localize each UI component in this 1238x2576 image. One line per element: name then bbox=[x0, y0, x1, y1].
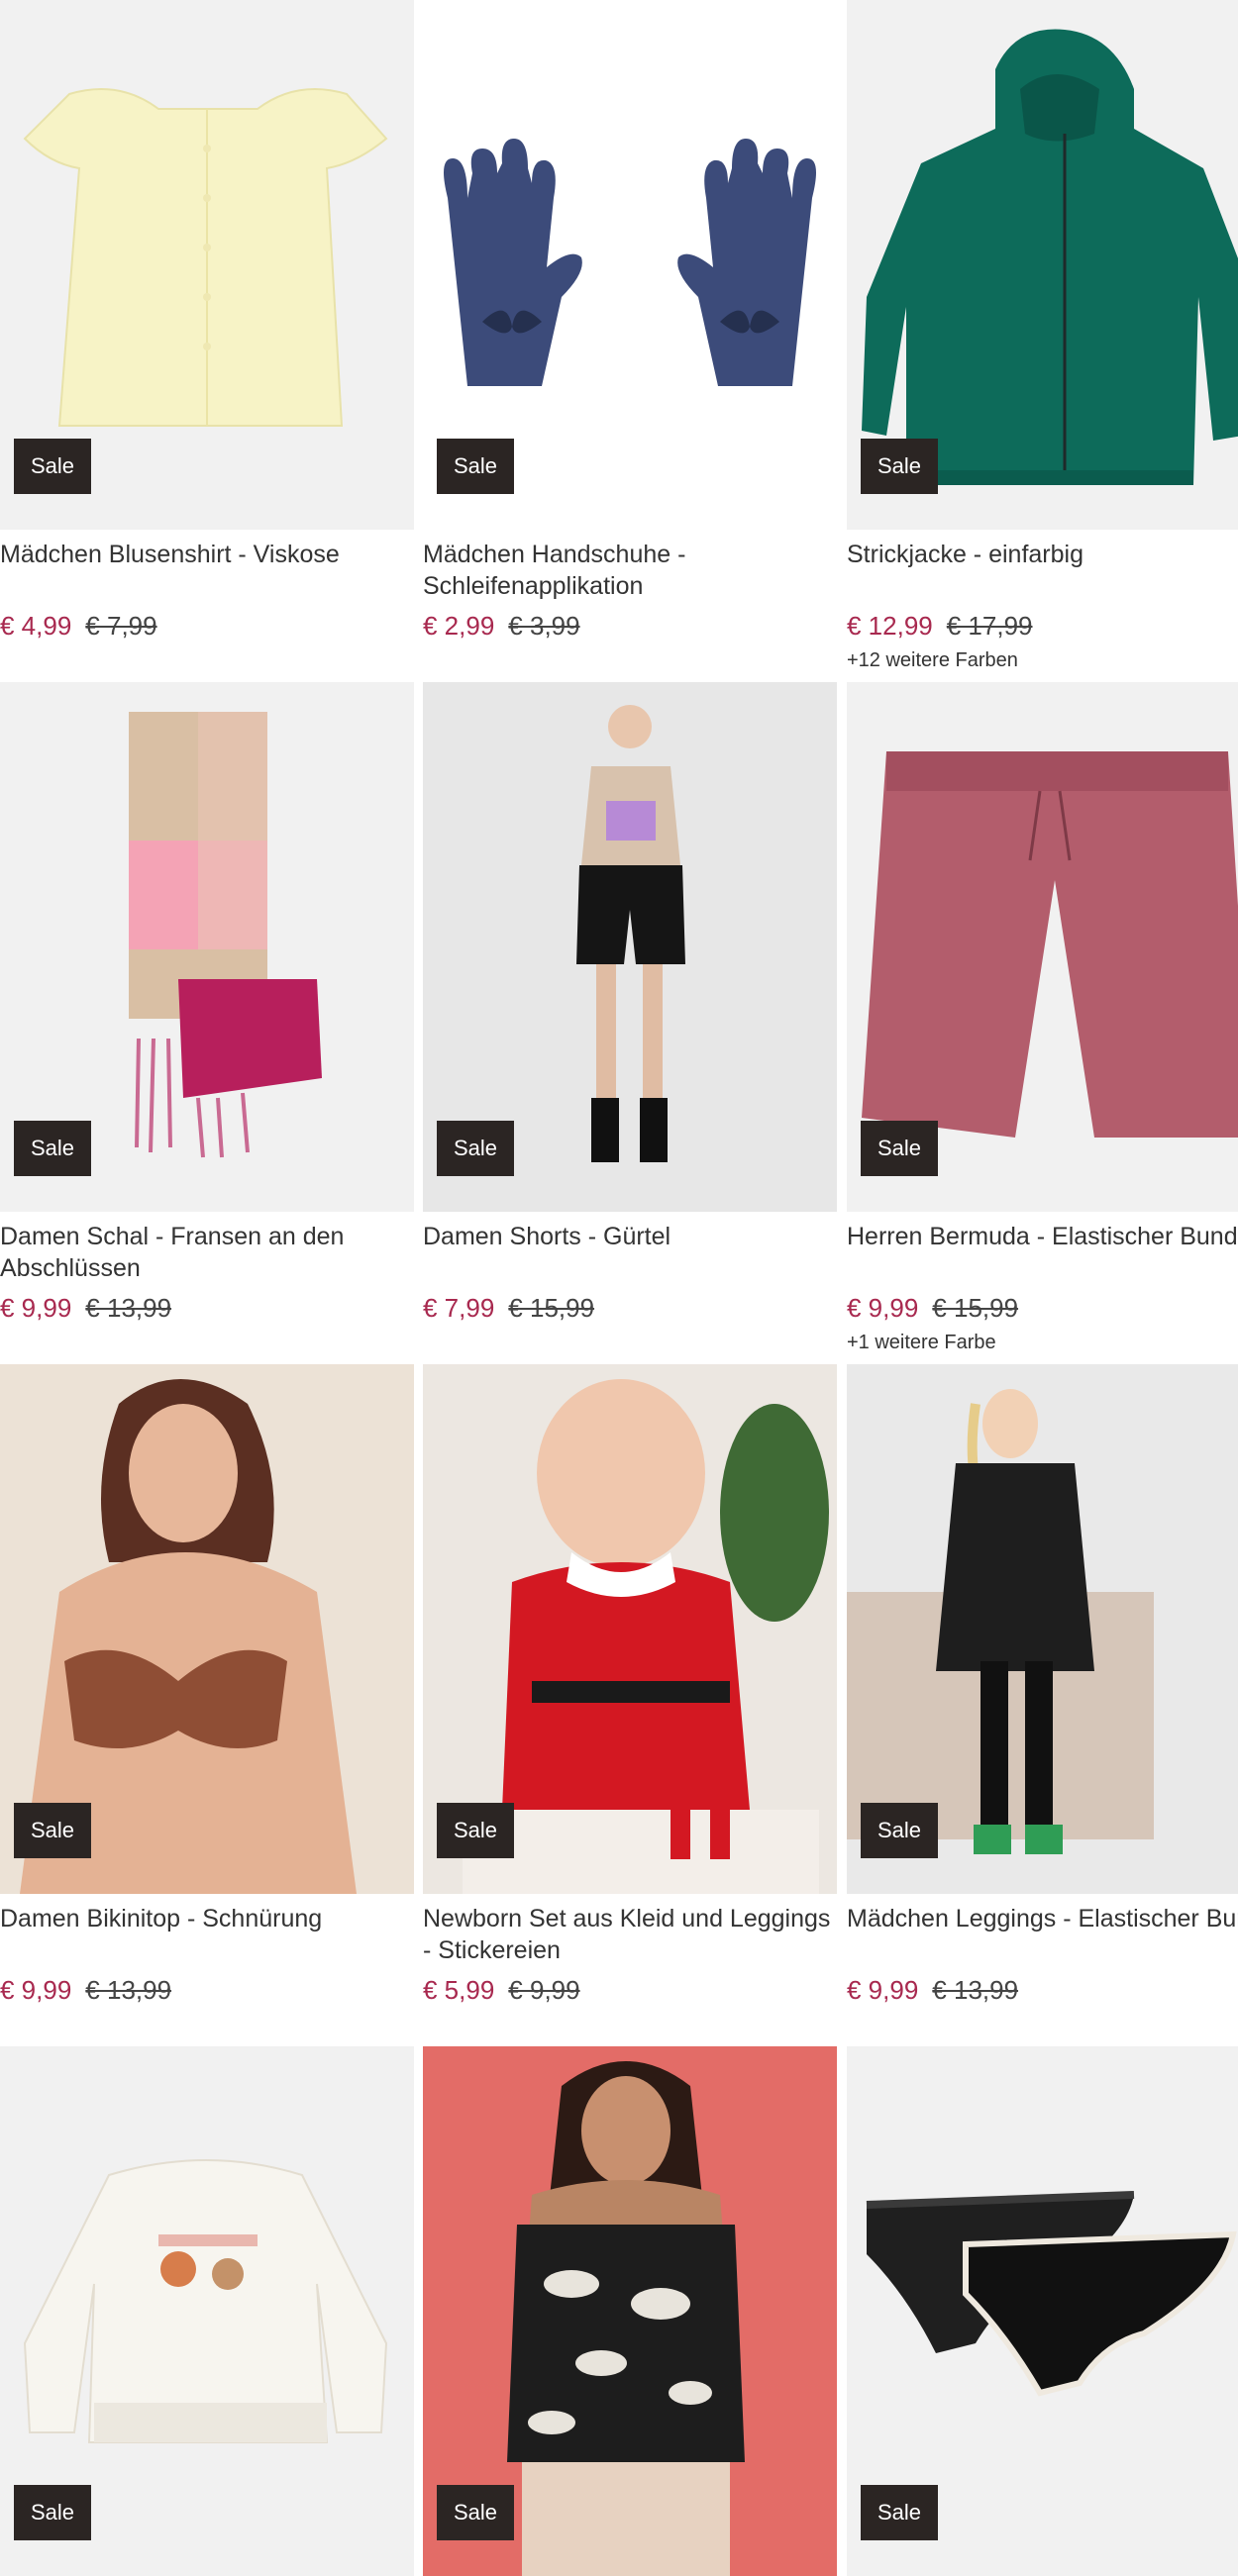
product-image[interactable]: Sale bbox=[847, 1364, 1238, 1894]
current-price: € 9,99 bbox=[0, 1975, 72, 2005]
product-image[interactable]: Sale bbox=[0, 0, 414, 530]
current-price: € 9,99 bbox=[847, 1975, 919, 2005]
price-row: € 9,99 € 13,99 bbox=[0, 1292, 171, 1324]
product-title[interactable]: Damen Shorts - Gürtel bbox=[423, 1221, 844, 1252]
sale-badge: Sale bbox=[437, 2485, 514, 2540]
sale-badge: Sale bbox=[861, 1121, 938, 1176]
current-price: € 4,99 bbox=[0, 611, 72, 641]
product-title[interactable]: Strickjacke - einfarbig bbox=[847, 539, 1238, 570]
sale-badge: Sale bbox=[437, 1121, 514, 1176]
current-price: € 9,99 bbox=[0, 1293, 72, 1323]
original-price: € 9,99 bbox=[508, 1975, 580, 2005]
current-price: € 7,99 bbox=[423, 1293, 495, 1323]
more-colors-link[interactable]: +1 weitere Farbe bbox=[847, 1332, 996, 1354]
product-title[interactable]: Newborn Set aus Kleid und Leggings - Sti… bbox=[423, 1903, 844, 1966]
sale-badge: Sale bbox=[14, 439, 91, 494]
original-price: € 7,99 bbox=[85, 611, 157, 641]
sale-badge: Sale bbox=[14, 1803, 91, 1858]
more-colors-link[interactable]: +12 weitere Farben bbox=[847, 649, 1018, 672]
price-row: € 4,99 € 7,99 bbox=[0, 610, 157, 642]
current-price: € 5,99 bbox=[423, 1975, 495, 2005]
sale-badge: Sale bbox=[437, 439, 514, 494]
product-image[interactable]: Sale bbox=[847, 682, 1238, 1212]
product-image[interactable]: Sale bbox=[423, 682, 837, 1212]
current-price: € 2,99 bbox=[423, 611, 495, 641]
product-image[interactable]: Sale bbox=[847, 2046, 1238, 2576]
original-price: € 15,99 bbox=[932, 1293, 1019, 1323]
price-row: € 9,99 € 13,99 bbox=[847, 1974, 1018, 2006]
product-title[interactable]: Mädchen Blusenshirt - Viskose bbox=[0, 539, 421, 570]
price-row: € 9,99 € 13,99 bbox=[0, 1974, 171, 2006]
sale-badge: Sale bbox=[861, 1803, 938, 1858]
sale-badge: Sale bbox=[861, 439, 938, 494]
sale-badge: Sale bbox=[14, 2485, 91, 2540]
product-title[interactable]: Herren Bermuda - Elastischer Bund bbox=[847, 1221, 1238, 1252]
product-image[interactable]: Sale bbox=[847, 0, 1238, 530]
product-title[interactable]: Damen Bikinitop - Schnürung bbox=[0, 1903, 421, 1934]
current-price: € 9,99 bbox=[847, 1293, 919, 1323]
original-price: € 3,99 bbox=[508, 611, 580, 641]
sale-badge: Sale bbox=[861, 2485, 938, 2540]
price-row: € 9,99 € 15,99 bbox=[847, 1292, 1018, 1324]
sale-badge: Sale bbox=[14, 1121, 91, 1176]
current-price: € 12,99 bbox=[847, 611, 933, 641]
product-title[interactable]: Mädchen Handschuhe - Schleifenapplikatio… bbox=[423, 539, 844, 602]
price-row: € 7,99 € 15,99 bbox=[423, 1292, 594, 1324]
price-row: € 5,99 € 9,99 bbox=[423, 1974, 580, 2006]
product-image[interactable]: Sale bbox=[423, 2046, 837, 2576]
original-price: € 13,99 bbox=[85, 1293, 172, 1323]
product-image[interactable]: Sale bbox=[0, 1364, 414, 1894]
original-price: € 13,99 bbox=[932, 1975, 1019, 2005]
original-price: € 15,99 bbox=[508, 1293, 595, 1323]
product-title[interactable]: Damen Schal - Fransen an den Abschlüssen bbox=[0, 1221, 421, 1284]
product-image[interactable]: Sale bbox=[423, 0, 837, 530]
price-row: € 2,99 € 3,99 bbox=[423, 610, 580, 642]
product-image[interactable]: Sale bbox=[0, 2046, 414, 2576]
product-title[interactable]: Mädchen Leggings - Elastischer Bund bbox=[847, 1903, 1238, 1934]
original-price: € 13,99 bbox=[85, 1975, 172, 2005]
original-price: € 17,99 bbox=[946, 611, 1033, 641]
price-row: € 12,99 € 17,99 bbox=[847, 610, 1033, 642]
sale-badge: Sale bbox=[437, 1803, 514, 1858]
product-image[interactable]: Sale bbox=[0, 682, 414, 1212]
product-image[interactable]: Sale bbox=[423, 1364, 837, 1894]
